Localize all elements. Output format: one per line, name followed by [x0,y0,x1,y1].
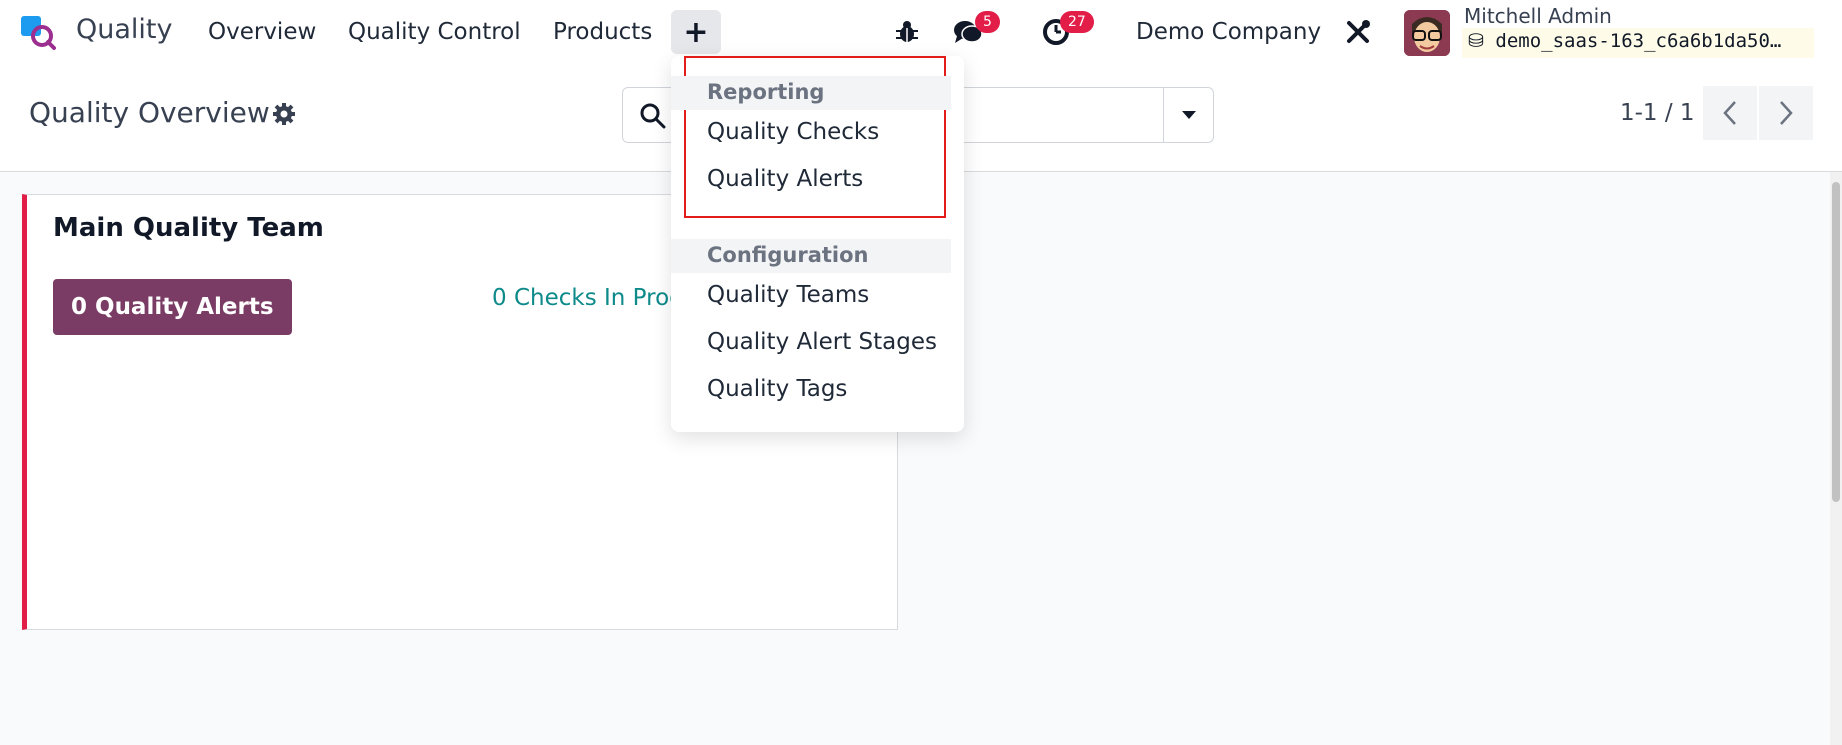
messages-badge: 5 [975,11,1000,33]
page-title: Quality Overview [29,96,270,129]
menu-item-quality-tags[interactable]: Quality Tags [707,376,847,402]
company-switcher[interactable]: Demo Company [1136,19,1321,45]
card-title[interactable]: Main Quality Team [53,213,324,243]
search-options-toggle[interactable] [1163,88,1213,142]
settings-tools-button[interactable] [1342,16,1374,48]
pager-previous-button[interactable] [1703,86,1757,140]
menu-item-quality-checks[interactable]: Quality Checks [707,119,879,145]
pager-next-button[interactable] [1759,86,1813,140]
nav-overview[interactable]: Overview [208,19,316,45]
chevron-right-icon [1780,101,1793,125]
quality-app-logo-icon[interactable] [20,14,56,50]
caret-down-icon [1181,111,1196,119]
pager-value[interactable]: 1-1 / 1 [1620,100,1695,126]
scrollbar-thumb[interactable] [1832,182,1840,502]
scrollbar[interactable] [1830,172,1842,745]
app-name[interactable]: Quality [76,14,172,45]
nav-more-button[interactable]: + [671,10,721,54]
menu-item-quality-alert-stages[interactable]: Quality Alert Stages [707,329,937,355]
nav-products[interactable]: Products [553,19,652,45]
nav-quality-control[interactable]: Quality Control [348,19,521,45]
gear-icon[interactable] [272,102,296,126]
quality-alerts-button[interactable]: 0 Quality Alerts [53,279,292,335]
plus-icon: + [683,14,709,50]
avatar[interactable] [1404,10,1450,56]
debug-button[interactable] [891,16,923,48]
search-icon[interactable] [639,102,667,130]
chevron-left-icon [1723,101,1736,125]
top-navbar: Quality Overview Quality Control Product… [0,0,1842,64]
user-face-icon [1404,10,1450,56]
activities-badge: 27 [1060,11,1094,33]
checks-in-progress-link[interactable]: 0 Checks In Prog [492,285,684,311]
database-icon: ⛁ [1468,30,1484,52]
database-name: ⛁ demo_saas-163_c6a6b1da50… [1462,28,1814,58]
reporting-header: Reporting [707,80,825,104]
menu-item-quality-alerts[interactable]: Quality Alerts [707,166,863,192]
user-name[interactable]: Mitchell Admin [1464,4,1612,28]
tools-icon [1347,20,1370,43]
more-menu-dropdown: Reporting Quality Checks Quality Alerts … [671,56,964,432]
menu-item-quality-teams[interactable]: Quality Teams [707,282,869,308]
bug-icon [896,21,918,42]
configuration-header: Configuration [707,243,869,267]
